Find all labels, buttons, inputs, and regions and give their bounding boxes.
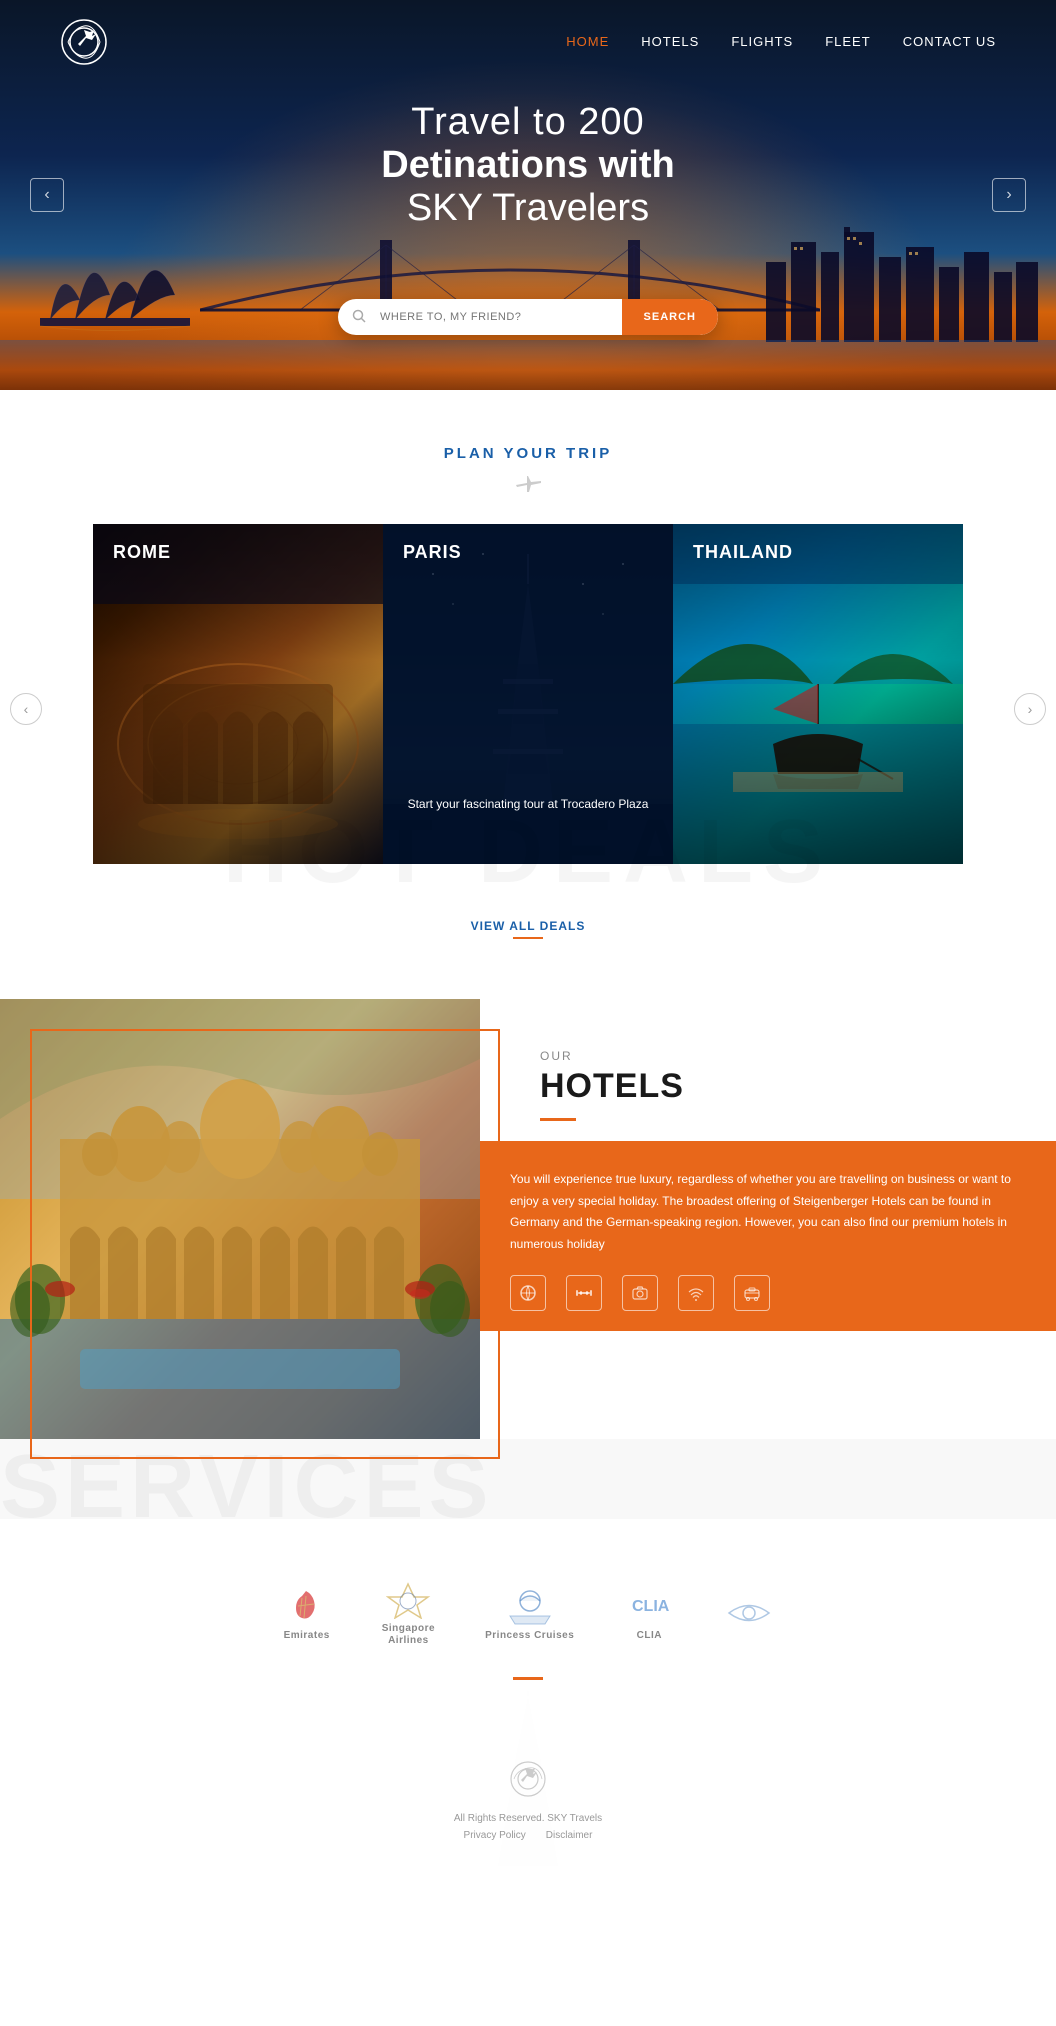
destinations-next-button[interactable]: › xyxy=(1014,693,1046,725)
hero-line3: SKY Travelers xyxy=(381,187,674,230)
nav-item-home[interactable]: HOME xyxy=(566,33,609,51)
partners-section: Emirates SingaporeAirlines Princess Crui… xyxy=(0,1519,1056,1720)
destinations-wrapper: ‹ xyxy=(0,524,1056,894)
partners-divider xyxy=(513,1677,543,1680)
hotels-section: OUR HOTELS You will experience true luxu… xyxy=(0,999,1056,1519)
plan-title: PLAN YOUR TRIP xyxy=(0,445,1056,462)
footer-links: Privacy Policy Disclaimer xyxy=(60,1830,996,1841)
partner-emirates: Emirates xyxy=(282,1586,332,1641)
divider-plane-icon xyxy=(513,474,543,494)
svg-text:CLIA: CLIA xyxy=(632,1598,670,1615)
hotel-sub-label: OUR xyxy=(540,1049,1016,1063)
plan-section: PLAN YOUR TRIP ‹ xyxy=(0,390,1056,959)
hotel-image-frame xyxy=(30,1029,500,1459)
nav-links: HOME HOTELS FLIGHTS FLEET CONTACT US xyxy=(566,33,996,51)
search-bar: SEARCH xyxy=(338,299,718,335)
footer-privacy-link[interactable]: Privacy Policy xyxy=(464,1830,526,1841)
hotel-description: You will experience true luxury, regardl… xyxy=(510,1169,1026,1255)
nav-item-fleet[interactable]: FLEET xyxy=(825,33,870,51)
footer-disclaimer-link[interactable]: Disclaimer xyxy=(546,1830,593,1841)
partner-singapore: SingaporeAirlines xyxy=(382,1579,435,1647)
section-divider xyxy=(0,474,1056,494)
destinations-row: ROME xyxy=(55,524,1001,864)
footer-copyright: All Rights Reserved. SKY Travels xyxy=(60,1813,996,1824)
navbar: HOME HOTELS FLIGHTS FLEET CONTACT US xyxy=(0,0,1056,84)
clia-label: CLIA xyxy=(637,1630,662,1641)
dest-thailand-label: THAILAND xyxy=(693,542,793,563)
destination-card-paris[interactable]: PARIS Start your fascinating tour at Tro… xyxy=(383,524,673,864)
footer-logo xyxy=(60,1760,996,1798)
hotel-description-box: You will experience true luxury, regardl… xyxy=(480,1141,1056,1331)
logo[interactable] xyxy=(60,18,108,66)
footer: All Rights Reserved. SKY Travels Privacy… xyxy=(0,1720,1056,1871)
singapore-label: SingaporeAirlines xyxy=(382,1623,435,1647)
partner-5 xyxy=(724,1593,774,1633)
amenity-camera xyxy=(622,1275,658,1311)
hero-prev-button[interactable]: ‹ xyxy=(30,178,64,212)
partner5-icon xyxy=(724,1593,774,1633)
amenity-fitness xyxy=(566,1275,602,1311)
hotel-title: HOTELS xyxy=(540,1067,1016,1106)
destination-card-rome[interactable]: ROME xyxy=(93,524,383,864)
hotel-content: OUR HOTELS You will experience true luxu… xyxy=(480,999,1056,1439)
city-skyline xyxy=(756,222,1056,342)
dest-paris-desc: Start your fascinating tour at Trocadero… xyxy=(403,795,653,814)
princess-label: Princess Cruises xyxy=(485,1630,574,1641)
search-icon xyxy=(338,309,380,326)
logo-icon xyxy=(60,18,108,66)
destinations-prev-button[interactable]: ‹ xyxy=(10,693,42,725)
dest-paris-label: PARIS xyxy=(403,542,462,563)
destination-card-thailand[interactable]: THAILAND xyxy=(673,524,963,864)
singapore-icon xyxy=(383,1579,433,1619)
partners-row: Emirates SingaporeAirlines Princess Crui… xyxy=(60,1579,996,1647)
search-button[interactable]: SEARCH xyxy=(622,299,718,335)
partner-clia: CLIA CLIA xyxy=(624,1586,674,1641)
footer-logo-icon xyxy=(509,1760,547,1798)
nav-item-contact[interactable]: CONTACT US xyxy=(903,33,996,51)
amenity-transport xyxy=(734,1275,770,1311)
hero-line2: Detinations with xyxy=(381,144,674,187)
princess-icon xyxy=(505,1586,555,1626)
view-all-deals-link[interactable]: VIEW ALL DEALS xyxy=(471,919,586,939)
hero-line1: Travel to 200 xyxy=(381,101,674,144)
hero-next-button[interactable]: › xyxy=(992,178,1026,212)
hotels-inner: OUR HOTELS You will experience true luxu… xyxy=(0,999,1056,1439)
nav-item-flights[interactable]: FLIGHTS xyxy=(731,33,793,51)
clia-icon: CLIA xyxy=(624,1586,674,1626)
hero-text: Travel to 200 Detinations with SKY Trave… xyxy=(381,101,674,230)
hotel-amenities xyxy=(510,1275,1026,1311)
emirates-icon xyxy=(282,1586,332,1626)
amenity-flights xyxy=(510,1275,546,1311)
search-input[interactable] xyxy=(380,299,622,335)
partner-princess: Princess Cruises xyxy=(485,1586,574,1641)
hotel-title-bar xyxy=(540,1118,576,1121)
emirates-label: Emirates xyxy=(284,1630,330,1641)
hotel-image-wrap xyxy=(0,999,480,1439)
dest-rome-label: ROME xyxy=(113,542,171,563)
amenity-wifi xyxy=(678,1275,714,1311)
nav-item-hotels[interactable]: HOTELS xyxy=(641,33,699,51)
